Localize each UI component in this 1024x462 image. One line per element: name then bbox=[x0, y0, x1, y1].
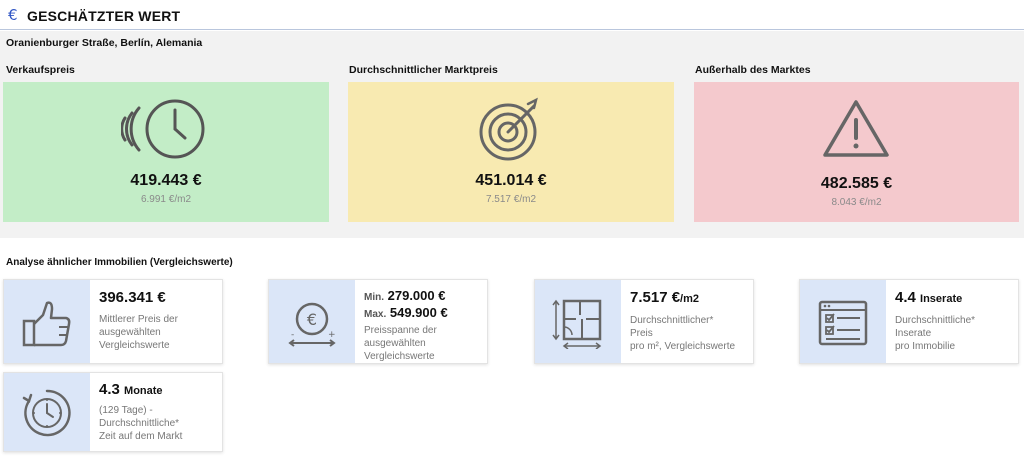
max-price-value: 549.900 € bbox=[389, 305, 448, 320]
time-on-market-desc: (129 Tage) - bbox=[99, 405, 153, 416]
avg-sqm-price-card: 7.517 €/m2 Durchschnittlicher* Preis pro… bbox=[534, 279, 754, 364]
warning-icon bbox=[823, 100, 889, 157]
time-on-market-icon bbox=[22, 389, 71, 437]
avg-listings-value: 4.4 bbox=[895, 289, 916, 306]
market-price-label: Durchschnittlicher Marktpreis bbox=[349, 64, 498, 76]
time-on-market-unit: Monate bbox=[124, 385, 163, 397]
median-price-card: 396.341 € Mittlerer Preis der ausgewählt… bbox=[3, 279, 223, 364]
time-on-market-desc: Zeit auf dem Markt bbox=[99, 431, 183, 442]
median-price-desc: ausgewählten bbox=[99, 327, 161, 338]
sale-price-card: 419.443 € 6.991 €/m2 bbox=[3, 82, 329, 222]
off-market-value: 482.585 € bbox=[820, 175, 893, 192]
median-price-desc: Vergleichswerte bbox=[99, 340, 170, 351]
thumbs-up-icon bbox=[22, 301, 71, 347]
time-on-market-card: 4.3 Monate (129 Tage) - Durchschnittlich… bbox=[3, 372, 223, 452]
avg-listings-desc: Inserate bbox=[895, 328, 932, 339]
max-label: Max. bbox=[364, 309, 387, 320]
section-title: GESCHÄTZTER WERT bbox=[27, 8, 181, 24]
listings-icon bbox=[818, 300, 868, 346]
property-address: Oranienburger Straße, Berlín, Alemania bbox=[6, 37, 203, 49]
off-market-card: 482.585 € 8.043 €/m2 bbox=[694, 82, 1019, 222]
min-label: Min. bbox=[364, 292, 384, 303]
price-range-desc: Preisspanne der bbox=[364, 325, 437, 336]
market-price-card: 451.014 € 7.517 €/m2 bbox=[348, 82, 674, 222]
sale-price-per-sqm: 6.991 €/m2 bbox=[140, 194, 192, 205]
sale-price-value: 419.443 € bbox=[130, 172, 202, 189]
price-range-desc: ausgewählten bbox=[364, 338, 426, 349]
euro-range-icon: € - + bbox=[288, 302, 336, 347]
avg-listings-desc: pro Immobilie bbox=[895, 341, 956, 352]
floor-plan-icon bbox=[552, 299, 602, 349]
svg-text:€: € bbox=[307, 310, 317, 329]
fast-clock-icon bbox=[121, 99, 205, 159]
analysis-title: Analyse ähnlicher Immobilien (Vergleichs… bbox=[6, 257, 233, 268]
median-price-desc: Mittlerer Preis der bbox=[99, 314, 178, 325]
price-range-card: € - + Min. 279.000 € Max. 549.900 € Prei… bbox=[268, 279, 488, 364]
svg-text:+: + bbox=[328, 330, 336, 340]
off-market-label: Außerhalb des Marktes bbox=[695, 64, 811, 76]
market-price-per-sqm: 7.517 €/m2 bbox=[485, 194, 537, 205]
min-price-value: 279.000 € bbox=[387, 288, 446, 303]
avg-sqm-price-desc: Durchschnittlicher* bbox=[630, 315, 714, 326]
time-on-market-desc: Durchschnittliche* bbox=[99, 418, 180, 429]
avg-listings-desc: Durchschnittliche* bbox=[895, 315, 976, 326]
price-range-desc: Vergleichswerte bbox=[364, 351, 435, 362]
sale-price-label: Verkaufspreis bbox=[6, 64, 75, 76]
section-header: € GESCHÄTZTER WERT bbox=[0, 0, 1024, 30]
avg-listings-unit: Inserate bbox=[920, 293, 963, 305]
euro-icon: € bbox=[8, 6, 18, 24]
time-on-market-value: 4.3 bbox=[99, 381, 120, 398]
avg-sqm-price-desc: Preis bbox=[630, 328, 653, 339]
off-market-per-sqm: 8.043 €/m2 bbox=[831, 197, 882, 208]
avg-listings-card: 4.4 Inserate Durchschnittliche* Inserate… bbox=[799, 279, 1019, 364]
market-price-value: 451.014 € bbox=[475, 172, 547, 189]
svg-text:-: - bbox=[291, 330, 294, 340]
median-price-value: 396.341 € bbox=[99, 289, 166, 306]
avg-sqm-price-desc: pro m², Vergleichswerte bbox=[630, 341, 736, 352]
avg-sqm-price-unit: /m2 bbox=[680, 293, 700, 305]
target-icon bbox=[479, 97, 538, 161]
avg-sqm-price-value: 7.517 € bbox=[630, 289, 681, 306]
